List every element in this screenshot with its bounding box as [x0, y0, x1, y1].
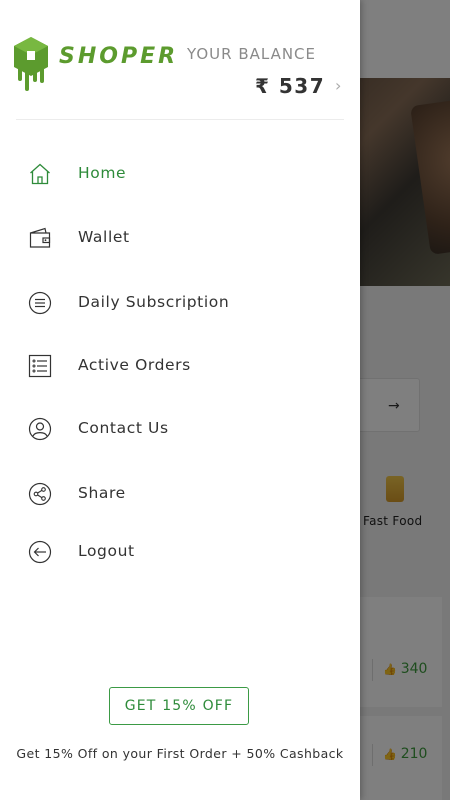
menu-item-active-orders[interactable]: Active Orders: [0, 344, 360, 388]
menu-item-label: Wallet: [78, 228, 130, 246]
menu-item-logout[interactable]: Logout: [0, 530, 360, 574]
contact-icon: [28, 417, 52, 441]
orders-list-icon: [28, 354, 52, 378]
subscription-icon: [28, 291, 52, 315]
menu-item-home[interactable]: Home: [0, 152, 360, 196]
menu-item-label: Logout: [78, 542, 135, 560]
menu-item-label: Active Orders: [78, 356, 191, 374]
balance-label: YOUR BALANCE: [187, 45, 317, 63]
menu-item-label: Daily Subscription: [78, 293, 230, 311]
header-divider: [16, 119, 344, 120]
chevron-right-icon[interactable]: ›: [335, 76, 341, 95]
home-icon: [30, 163, 50, 185]
promo-text: Get 15% Off on your First Order + 50% Ca…: [16, 746, 344, 761]
wallet-icon: [29, 227, 51, 248]
menu-item-daily-subscription[interactable]: Daily Subscription: [0, 281, 360, 325]
share-icon: [28, 482, 52, 506]
menu-item-share[interactable]: Share: [0, 472, 360, 516]
get-discount-button[interactable]: GET 15% OFF: [109, 687, 249, 725]
menu-item-label: Contact Us: [78, 419, 169, 437]
menu-item-label: Home: [78, 164, 127, 182]
shoper-logo-icon: [14, 37, 48, 91]
app-logo-text: SHOPER: [59, 44, 179, 69]
menu-item-contact-us[interactable]: Contact Us: [0, 407, 360, 451]
balance-value[interactable]: ₹ 537: [255, 74, 325, 98]
menu-item-wallet[interactable]: Wallet: [0, 216, 360, 260]
drawer-header: SHOPER YOUR BALANCE ₹ 537 ›: [0, 0, 360, 120]
menu-item-label: Share: [78, 484, 126, 502]
navigation-drawer: SHOPER YOUR BALANCE ₹ 537 › Home Wallet: [0, 0, 360, 800]
logout-icon: [28, 540, 52, 564]
